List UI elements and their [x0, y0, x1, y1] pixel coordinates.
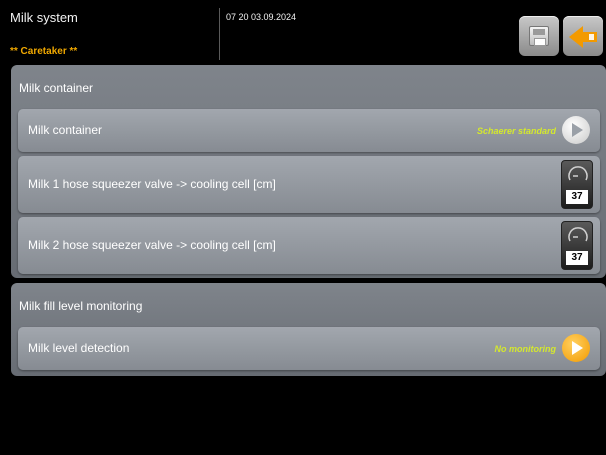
gauge-icon	[568, 227, 588, 242]
datetime-display: 07 20 03.09.2024	[226, 12, 297, 22]
section-title: Milk fill level monitoring	[19, 299, 143, 313]
gauge-button[interactable]: 37	[561, 160, 593, 209]
section-milk-fill-level: Milk fill level monitoring Milk level de…	[11, 283, 606, 376]
header-bar: Milk system ** Caretaker ** 07 20 03.09.…	[0, 0, 606, 64]
row-milk-level-detection[interactable]: Milk level detection No monitoring	[18, 327, 600, 370]
section-title: Milk container	[19, 81, 94, 95]
gauge-value: 37	[566, 190, 588, 204]
row-milk2-hose-squeezer[interactable]: Milk 2 hose squeezer valve -> cooling ce…	[18, 217, 600, 274]
back-arrow-icon	[569, 26, 597, 48]
gauge-button[interactable]: 37	[561, 221, 593, 270]
row-value: Schaerer standard	[476, 126, 556, 136]
row-label: Milk level detection	[28, 341, 130, 355]
play-icon[interactable]	[562, 334, 590, 362]
app-title: Milk system	[10, 10, 78, 25]
row-milk1-hose-squeezer[interactable]: Milk 1 hose squeezer valve -> cooling ce…	[18, 156, 600, 213]
user-role: ** Caretaker **	[10, 46, 78, 57]
back-button[interactable]	[563, 16, 603, 56]
row-milk-container[interactable]: Milk container Schaerer standard	[18, 109, 600, 152]
gauge-icon	[568, 166, 588, 181]
save-button[interactable]	[519, 16, 559, 56]
play-icon[interactable]	[562, 116, 590, 144]
row-label: Milk container	[28, 123, 103, 137]
save-icon	[529, 26, 549, 46]
row-label: Milk 1 hose squeezer valve -> cooling ce…	[28, 177, 276, 191]
row-value: No monitoring	[494, 344, 557, 354]
header-divider	[219, 8, 220, 60]
gauge-value: 37	[566, 251, 588, 265]
row-label: Milk 2 hose squeezer valve -> cooling ce…	[28, 238, 276, 252]
section-milk-container: Milk container Milk container Schaerer s…	[11, 65, 606, 278]
